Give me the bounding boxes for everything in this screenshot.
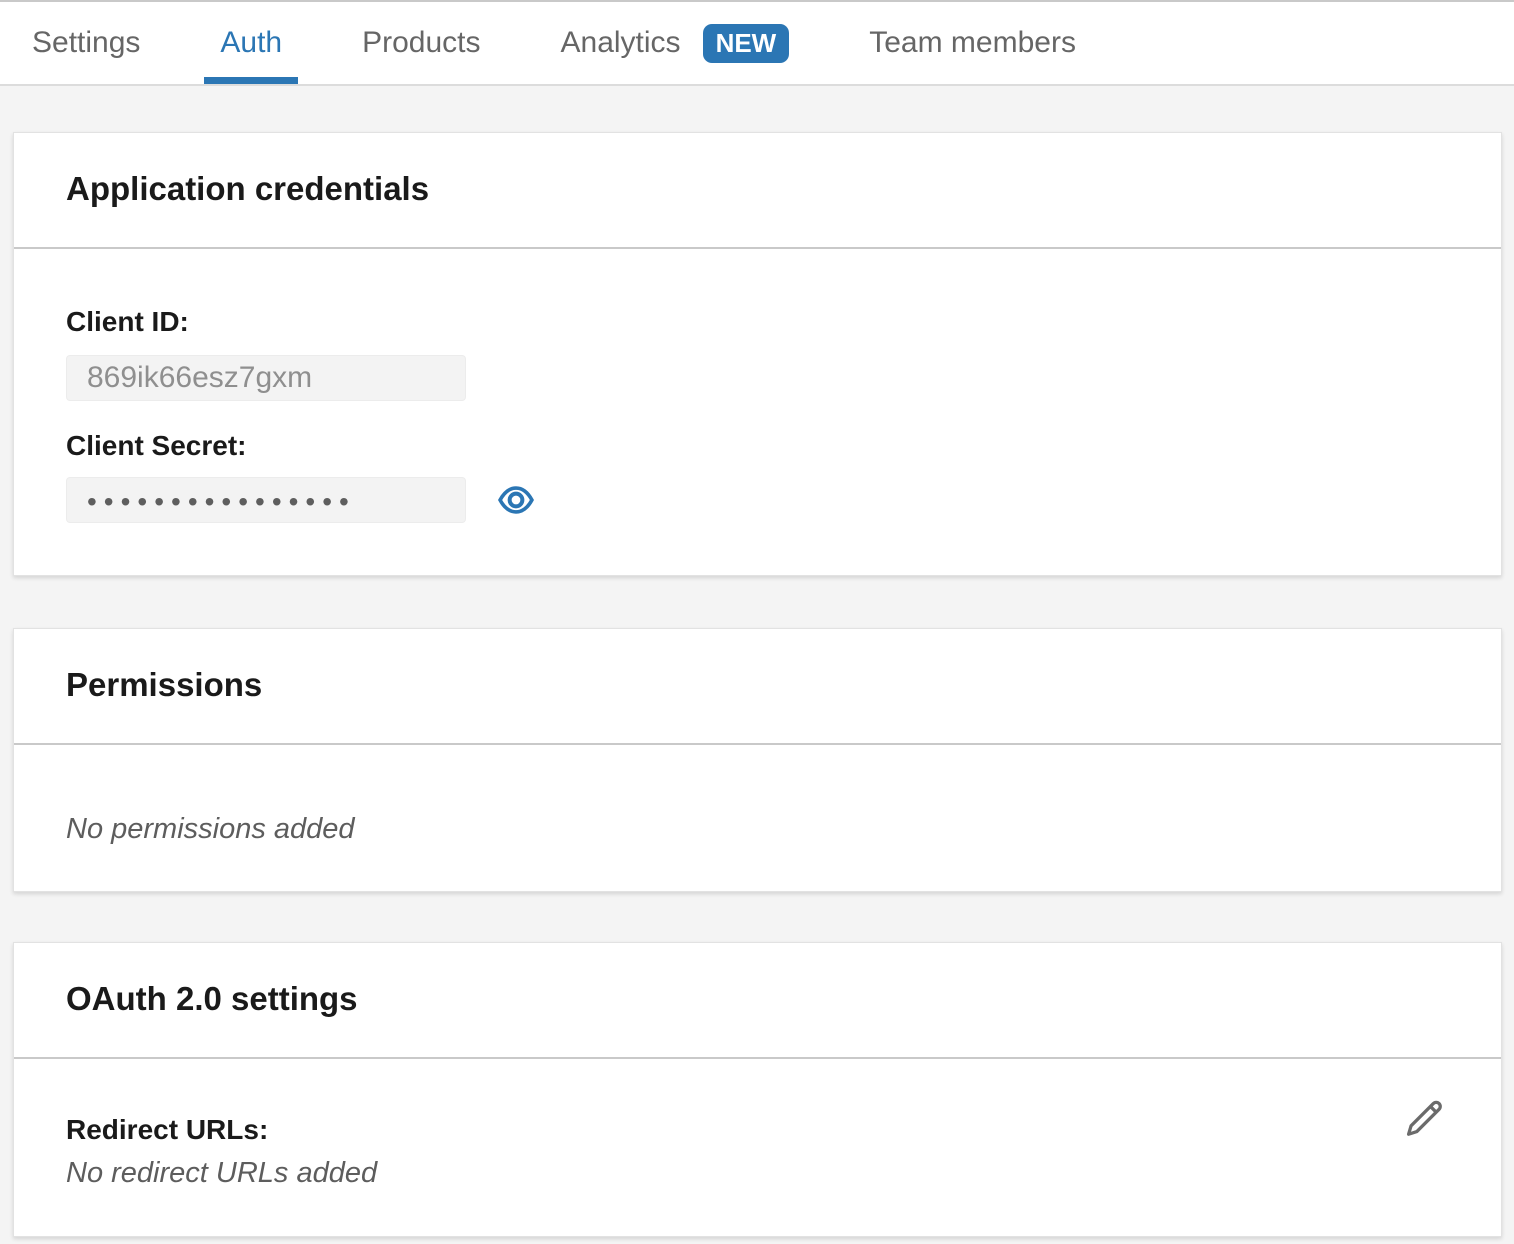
tab-label: Auth — [220, 26, 282, 60]
client-id-label: Client ID: — [66, 305, 1449, 339]
card-body: Redirect URLs: No redirect URLs added — [14, 1059, 1501, 1236]
card-header: Permissions — [14, 629, 1501, 745]
pencil-icon — [1399, 1129, 1445, 1144]
oauth-settings-card: OAuth 2.0 settings Redirect URLs: No red… — [13, 942, 1502, 1237]
permissions-card: Permissions No permissions added — [13, 628, 1502, 892]
eye-icon — [498, 503, 534, 518]
tab-analytics[interactable]: Analytics NEW — [545, 2, 806, 84]
tab-label: Products — [362, 26, 480, 60]
card-header: Application credentials — [14, 133, 1501, 249]
tab-settings[interactable]: Settings — [16, 2, 156, 84]
client-secret-row: •••••••••••••••• — [66, 477, 1449, 523]
edit-redirect-urls-button[interactable] — [1399, 1093, 1445, 1141]
tab-label: Settings — [32, 26, 140, 60]
tab-team-members[interactable]: Team members — [853, 2, 1092, 84]
application-credentials-card: Application credentials Client ID: 869ik… — [13, 132, 1502, 576]
client-id-field[interactable]: 869ik66esz7gxm — [66, 355, 466, 401]
card-title: OAuth 2.0 settings — [66, 979, 1449, 1019]
permissions-empty-text: No permissions added — [66, 811, 1449, 847]
reveal-secret-button[interactable] — [498, 485, 534, 515]
tab-label: Team members — [869, 26, 1076, 60]
redirect-urls-label: Redirect URLs: — [66, 1113, 1449, 1147]
card-header: OAuth 2.0 settings — [14, 943, 1501, 1059]
card-body: Client ID: 869ik66esz7gxm Client Secret:… — [14, 249, 1501, 575]
tab-products[interactable]: Products — [346, 2, 496, 84]
client-secret-label: Client Secret: — [66, 429, 1449, 463]
new-badge: NEW — [703, 24, 790, 63]
tab-bar: Settings Auth Products Analytics NEW Tea… — [0, 0, 1514, 86]
tab-auth[interactable]: Auth — [204, 2, 298, 84]
card-body: No permissions added — [14, 745, 1501, 891]
tab-label: Analytics — [561, 26, 681, 60]
card-title: Application credentials — [66, 169, 1449, 209]
client-secret-field[interactable]: •••••••••••••••• — [66, 477, 466, 523]
redirect-urls-empty-text: No redirect URLs added — [66, 1155, 1449, 1191]
card-title: Permissions — [66, 665, 1449, 705]
